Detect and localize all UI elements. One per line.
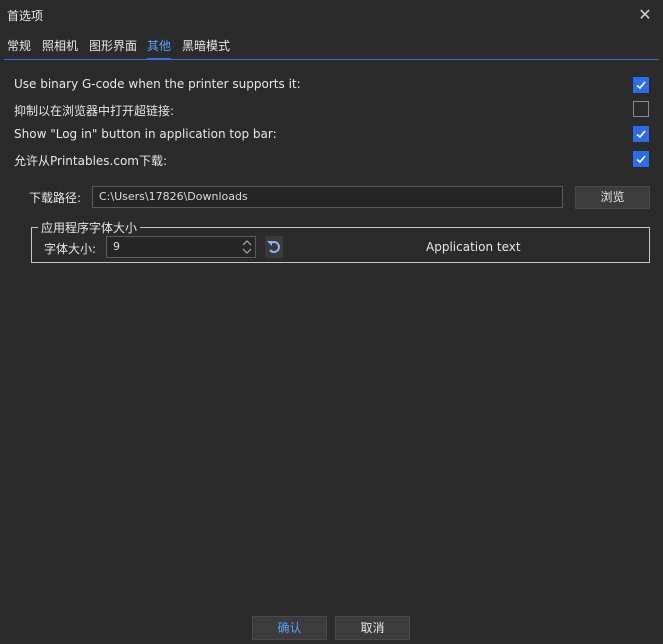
ok-button[interactable]: 确认 bbox=[252, 616, 327, 640]
spin-arrows-icon[interactable] bbox=[241, 238, 253, 256]
tab-camera[interactable]: 照相机 bbox=[42, 34, 78, 59]
check-icon bbox=[636, 81, 646, 90]
option-suppress-hyperlinks-label: 抑制以在浏览器中打开超链接: bbox=[14, 104, 175, 118]
tab-dark-mode[interactable]: 黑暗模式 bbox=[182, 34, 230, 59]
option-show-login-label: Show "Log in" button in application top … bbox=[14, 127, 277, 141]
option-binary-gcode-label: Use binary G-code when the printer suppo… bbox=[14, 77, 301, 91]
tab-divider bbox=[4, 59, 659, 60]
cancel-button[interactable]: 取消 bbox=[335, 616, 410, 640]
option-binary-gcode-checkbox[interactable] bbox=[633, 77, 649, 93]
font-size-label: 字体大小: bbox=[44, 242, 97, 256]
reset-font-size-button[interactable] bbox=[265, 236, 283, 258]
check-icon bbox=[636, 130, 646, 139]
tab-other[interactable]: 其他 bbox=[147, 34, 172, 60]
font-size-group-title: 应用程序字体大小 bbox=[38, 219, 141, 236]
window-title: 首选项 bbox=[7, 9, 44, 23]
font-size-spinbox[interactable]: 9 bbox=[106, 236, 256, 258]
application-text-sample: Application text bbox=[426, 240, 521, 254]
reset-icon bbox=[267, 241, 280, 253]
option-printables-download-label: 允许从Printables.com下载: bbox=[14, 154, 168, 168]
option-suppress-hyperlinks-checkbox[interactable] bbox=[633, 101, 649, 117]
tab-bar: 常规 照相机 图形界面 其他 黑暗模式 bbox=[0, 34, 663, 60]
title-bar: 首选项 ✕ bbox=[0, 0, 663, 30]
check-icon bbox=[636, 155, 646, 164]
option-printables-download-checkbox[interactable] bbox=[633, 151, 649, 167]
tab-gui[interactable]: 图形界面 bbox=[89, 34, 137, 59]
close-icon[interactable]: ✕ bbox=[635, 5, 655, 25]
font-size-value: 9 bbox=[113, 240, 120, 253]
download-path-label: 下载路径: bbox=[29, 191, 82, 205]
option-show-login-checkbox[interactable] bbox=[633, 126, 649, 142]
download-path-input[interactable]: C:\Users\17826\Downloads bbox=[92, 186, 563, 208]
tab-general[interactable]: 常规 bbox=[7, 34, 31, 59]
browse-button[interactable]: 浏览 bbox=[575, 186, 650, 209]
